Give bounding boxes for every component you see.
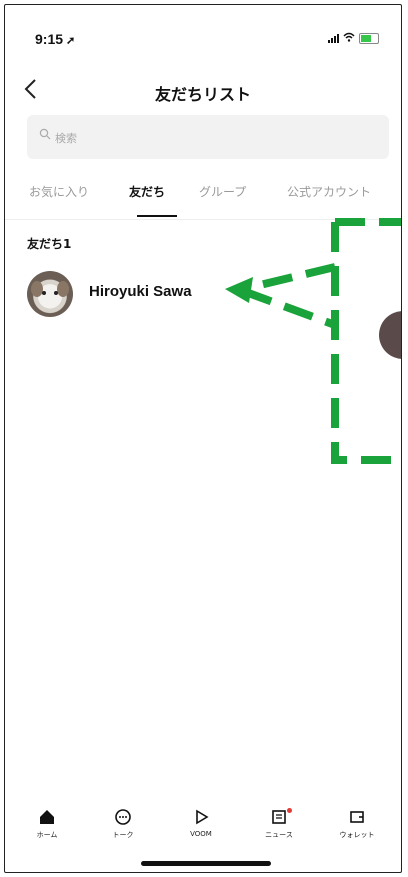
friend-name: Hiroyuki Sawa <box>89 283 192 300</box>
signal-icon <box>328 33 339 43</box>
nav-wallet[interactable]: ウォレット <box>327 808 387 840</box>
play-icon <box>196 809 209 825</box>
nav-home[interactable]: ホーム <box>17 808 77 840</box>
search-placeholder: 検索 <box>55 132 77 145</box>
page-title: 友だちリスト <box>154 85 251 104</box>
search-input[interactable]: 検索 <box>27 115 389 159</box>
wallet-icon <box>350 811 364 823</box>
tab-favorites[interactable]: お気に入り <box>29 183 89 200</box>
status-icons <box>328 32 379 44</box>
tab-groups[interactable]: グループ <box>199 183 246 200</box>
phone-screen: 9:15➚ 友だちリスト 検索 お気に入り 友だち グループ 公式アカウント <box>4 4 402 873</box>
tab-friends[interactable]: 友だち <box>129 183 165 200</box>
home-icon <box>40 810 54 824</box>
nav-voom[interactable]: VOOM <box>171 808 231 838</box>
home-indicator[interactable] <box>141 861 271 866</box>
active-tab-indicator <box>137 215 177 217</box>
wifi-icon <box>343 32 355 44</box>
header: 友だちリスト <box>5 65 401 117</box>
friend-list-item[interactable]: Hiroyuki Sawa <box>23 265 383 321</box>
search-icon <box>39 128 51 140</box>
battery-icon <box>359 32 379 44</box>
nav-talk[interactable]: トーク <box>93 808 153 840</box>
location-arrow-icon: ➚ <box>66 35 76 47</box>
chat-icon <box>115 809 131 825</box>
tab-official-accounts[interactable]: 公式アカウント <box>287 183 371 200</box>
bottom-navigation: ホーム トーク VOOM ニュース ウォレット <box>5 800 401 860</box>
tab-bar: お気に入り 友だち グループ 公式アカウント <box>5 177 401 220</box>
status-bar: 9:15 ➚ <box>5 5 401 65</box>
avatar <box>27 271 73 317</box>
notification-badge <box>287 808 292 813</box>
news-icon <box>272 810 286 824</box>
nav-news[interactable]: ニュース <box>249 808 309 840</box>
section-label: 友だち1 <box>27 237 72 251</box>
status-time: 9:15 ➚ <box>35 31 76 47</box>
